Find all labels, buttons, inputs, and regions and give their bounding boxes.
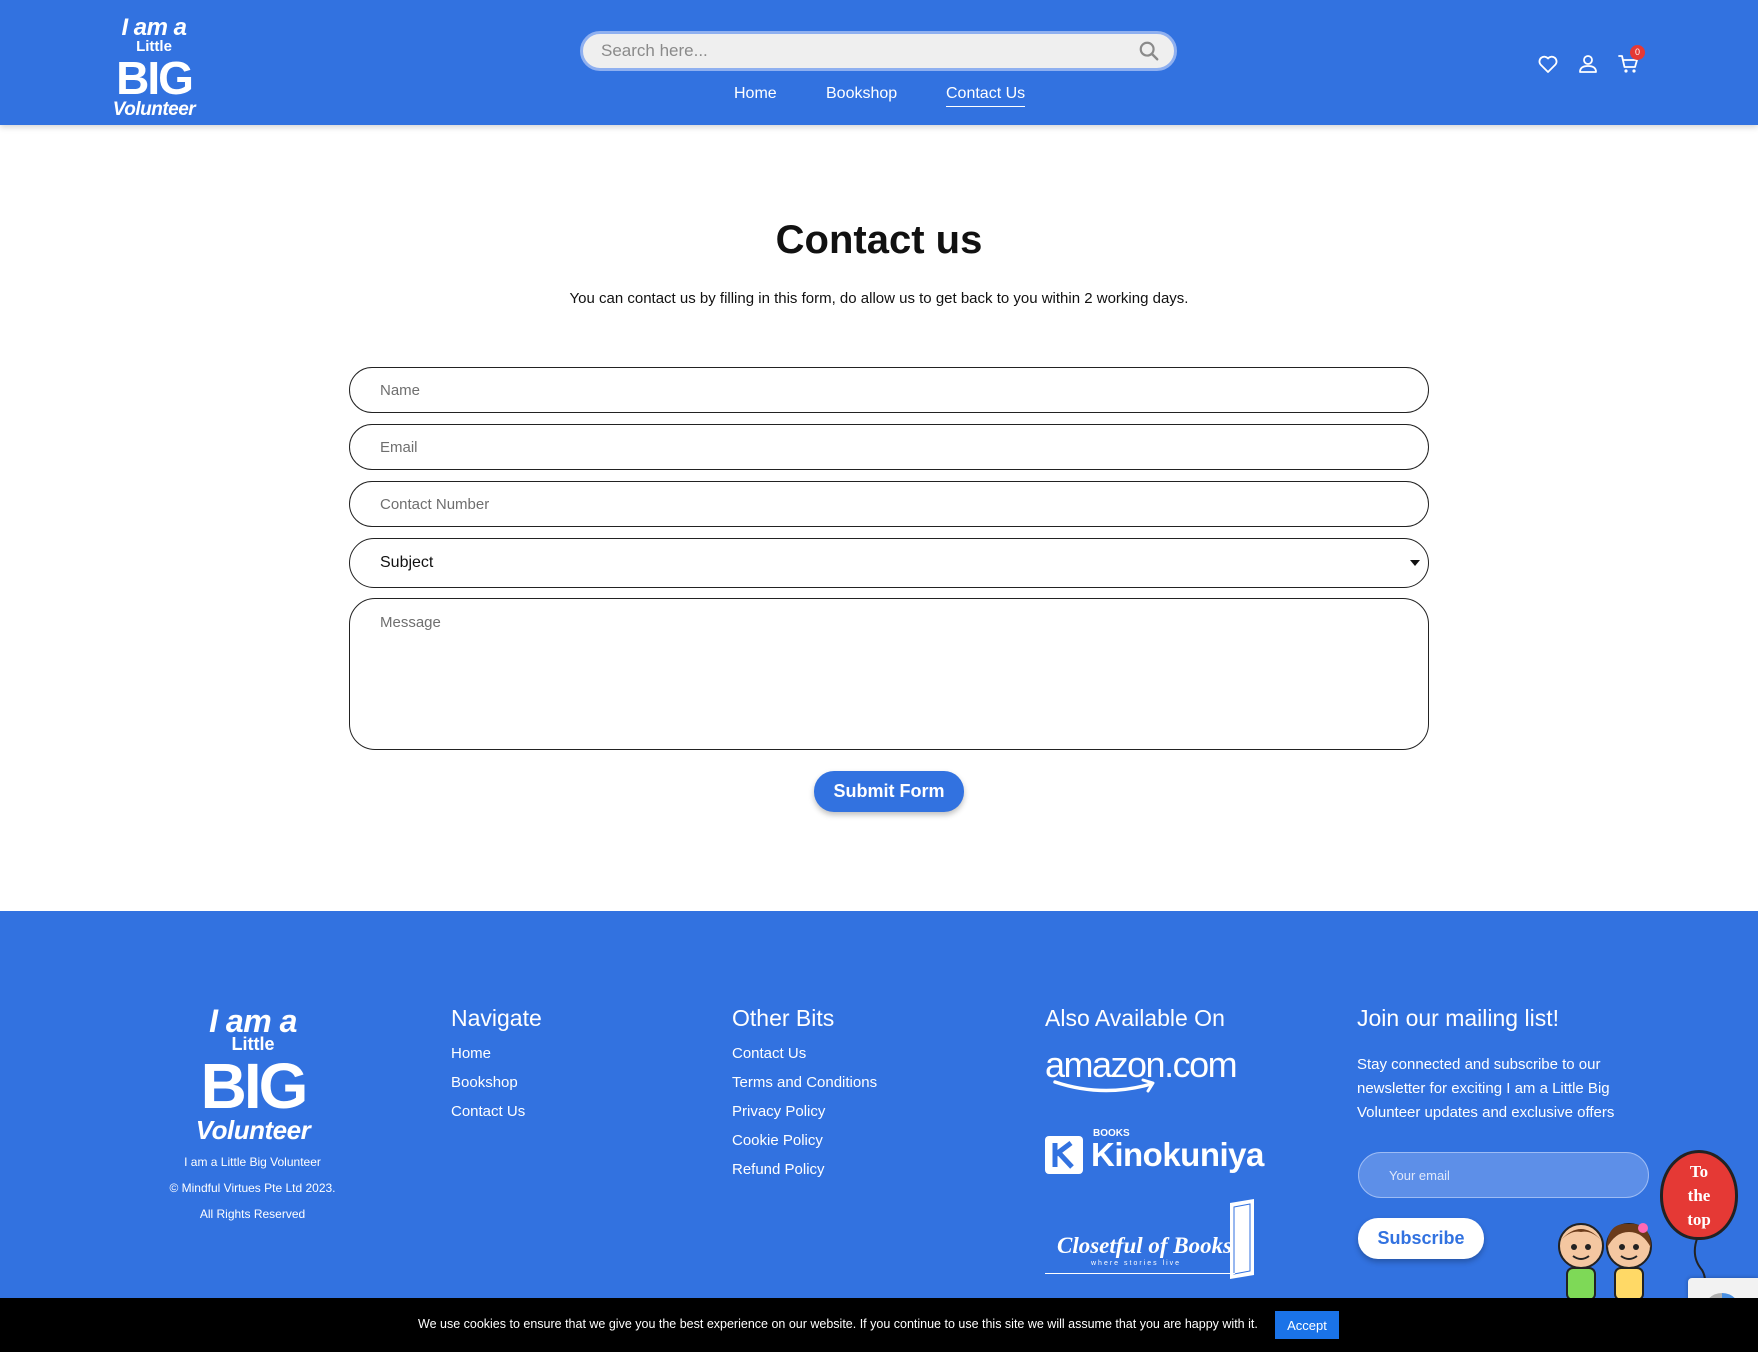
footer-link-refund[interactable]: Refund Policy (732, 1161, 825, 1178)
caret-down-icon (1410, 560, 1420, 566)
footer-mailing-description: Stay connected and subscribe to our news… (1357, 1056, 1615, 1121)
footer-company-name: I am a Little Big Volunteer (184, 1155, 321, 1169)
email-field[interactable] (349, 424, 1429, 470)
footer-link-privacy[interactable]: Privacy Policy (732, 1103, 825, 1120)
cookie-consent-bar: We use cookies to ensure that we give yo… (0, 1298, 1758, 1352)
nav-home[interactable]: Home (734, 85, 777, 103)
footer-link-home[interactable]: Home (451, 1045, 491, 1062)
amazon-smile-icon (1053, 1078, 1155, 1093)
subscribe-button[interactable]: Subscribe (1358, 1218, 1484, 1259)
footer-link-terms[interactable]: Terms and Conditions (732, 1074, 877, 1091)
kinokuniya-mark-icon (1045, 1136, 1083, 1174)
nav-bookshop[interactable]: Bookshop (826, 85, 897, 103)
cookie-accept-button[interactable]: Accept (1275, 1311, 1339, 1339)
search-input[interactable] (601, 34, 1121, 68)
footer-copyright: © Mindful Virtues Pte Ltd 2023. (169, 1181, 336, 1195)
page-title: Contact us (775, 218, 983, 262)
closetful-underline (1045, 1273, 1235, 1274)
footer-other-bits-heading: Other Bits (732, 1005, 835, 1031)
to-top-line-1: To (1689, 1162, 1709, 1181)
contact-number-field[interactable] (349, 481, 1429, 527)
footer-logo-line-3: BIG (200, 1050, 309, 1122)
site-header: I am a Little BIG Volunteer Home Booksho… (0, 0, 1758, 125)
search-icon[interactable] (1138, 40, 1160, 62)
user-icon[interactable] (1576, 52, 1600, 76)
footer-link-bookshop[interactable]: Bookshop (451, 1074, 518, 1091)
name-field[interactable] (349, 367, 1429, 413)
footer-link-cookie[interactable]: Cookie Policy (732, 1132, 823, 1149)
cookie-consent-text: We use cookies to ensure that we give yo… (418, 1317, 1258, 1331)
footer-navigate-heading: Navigate (451, 1005, 542, 1031)
subject-select[interactable]: Subject (349, 538, 1429, 588)
heart-icon[interactable] (1536, 52, 1560, 76)
search-bar (580, 31, 1177, 71)
footer-link-other-contact-us[interactable]: Contact Us (732, 1045, 806, 1062)
site-footer: I am a Little BIG Volunteer I am a Littl… (0, 911, 1758, 1352)
to-top-line-2: the (1687, 1186, 1711, 1205)
cart-count-badge: 0 (1630, 45, 1645, 60)
closetful-tagline: where stories live (1091, 1260, 1182, 1267)
subject-select-value: Subject (380, 554, 434, 571)
footer-rights: All Rights Reserved (199, 1207, 306, 1221)
main-nav: Home Bookshop Contact Us (0, 85, 1758, 115)
kinokuniya-logo-text: Kinokuniya (1091, 1136, 1264, 1173)
boy-character-icon (1558, 1223, 1604, 1300)
amazon-logo[interactable]: amazon.com (1045, 1044, 1265, 1094)
page-subtitle: You can contact us by filling in this fo… (569, 290, 1189, 307)
footer-logo-line-4: Volunteer (195, 1115, 311, 1145)
kinokuniya-logo[interactable]: BOOKS Kinokuniya (1045, 1126, 1275, 1176)
footer-also-available-heading: Also Available On (1045, 1005, 1225, 1031)
nav-contact-us[interactable]: Contact Us (946, 85, 1026, 107)
footer-logo[interactable]: I am a Little BIG Volunteer (190, 1003, 316, 1145)
submit-form-button[interactable]: Submit Form (814, 771, 964, 812)
message-field[interactable] (349, 598, 1429, 750)
to-top-label: To the top (1660, 1160, 1738, 1232)
girl-character-icon (1606, 1223, 1652, 1300)
door-icon (1230, 1199, 1254, 1279)
to-top-line-3: top (1687, 1210, 1711, 1229)
closetful-logo-text: Closetful of Books (1057, 1233, 1233, 1258)
footer-mailing-heading: Join our mailing list! (1357, 1005, 1559, 1031)
footer-link-contact-us[interactable]: Contact Us (451, 1103, 525, 1120)
closetful-of-books-logo[interactable]: Closetful of Books where stories live (1045, 1199, 1260, 1279)
